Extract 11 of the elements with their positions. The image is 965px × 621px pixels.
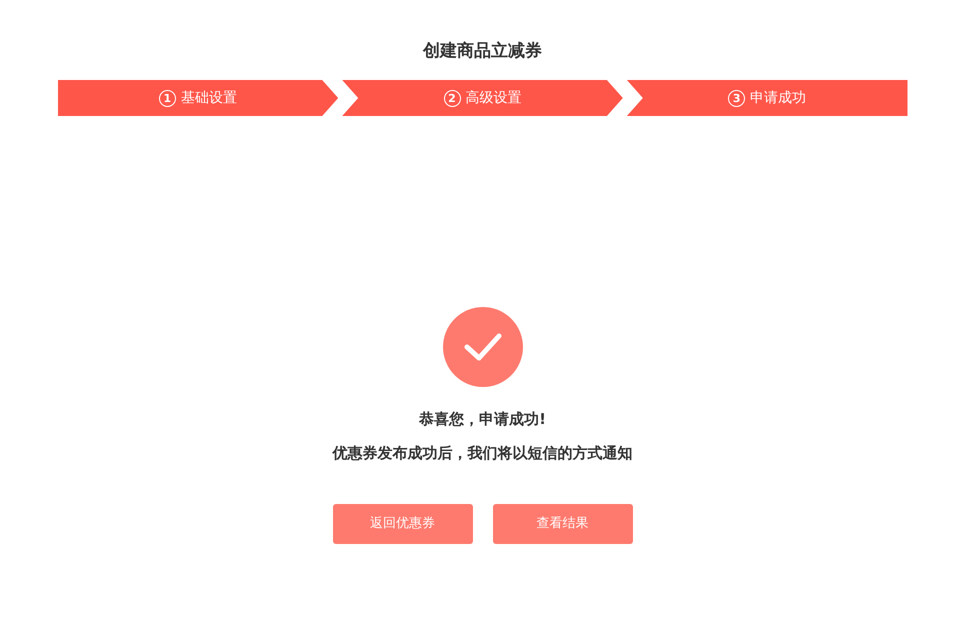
success-message: 优惠券发布成功后，我们将以短信的方式通知	[332, 443, 632, 463]
step-number: 3	[728, 90, 746, 106]
step-label: 高级设置	[466, 88, 522, 108]
step-label: 基础设置	[180, 88, 237, 108]
step-label: 申请成功	[750, 88, 806, 108]
action-button[interactable]: 返回优惠券	[332, 504, 472, 544]
success-heading: 恭喜您，申请成功!	[419, 409, 546, 429]
step-number: 1	[158, 90, 176, 106]
step-number: 2	[444, 90, 460, 106]
action-button[interactable]: 查看结果	[492, 504, 632, 544]
page-title: 创建商品立减券	[423, 40, 542, 63]
